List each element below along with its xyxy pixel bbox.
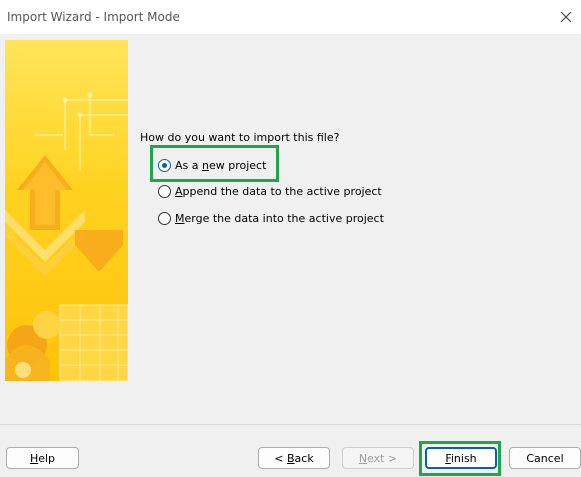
- finish-button[interactable]: Finish: [425, 447, 497, 469]
- option-merge-data-label: Merge the data into the active project: [175, 211, 384, 225]
- option-append-data[interactable]: Append the data to the active project: [158, 183, 382, 199]
- option-new-project[interactable]: As a new project: [158, 157, 266, 173]
- option-append-data-label: Append the data to the active project: [175, 184, 382, 198]
- help-button[interactable]: Help: [6, 447, 79, 469]
- next-button[interactable]: Next >: [342, 447, 414, 469]
- footer-divider: [0, 424, 581, 425]
- radio-button[interactable]: [158, 184, 171, 198]
- radio-button[interactable]: [158, 211, 171, 225]
- radio-button-selected[interactable]: [158, 158, 171, 172]
- import-wizard-banner-graphic: [5, 40, 128, 381]
- option-merge-data[interactable]: Merge the data into the active project: [158, 210, 384, 226]
- window-title: Import Wizard - Import Mode: [7, 10, 180, 24]
- back-button[interactable]: < Back: [258, 447, 330, 469]
- option-new-project-label: As a new project: [175, 158, 267, 172]
- cancel-button[interactable]: Cancel: [509, 447, 581, 469]
- import-question-label: How do you want to import this file?: [140, 131, 340, 144]
- title-bar: Import Wizard - Import Mode: [0, 0, 581, 34]
- wizard-banner: [5, 40, 128, 381]
- close-icon: [560, 11, 572, 23]
- close-button[interactable]: [553, 3, 579, 31]
